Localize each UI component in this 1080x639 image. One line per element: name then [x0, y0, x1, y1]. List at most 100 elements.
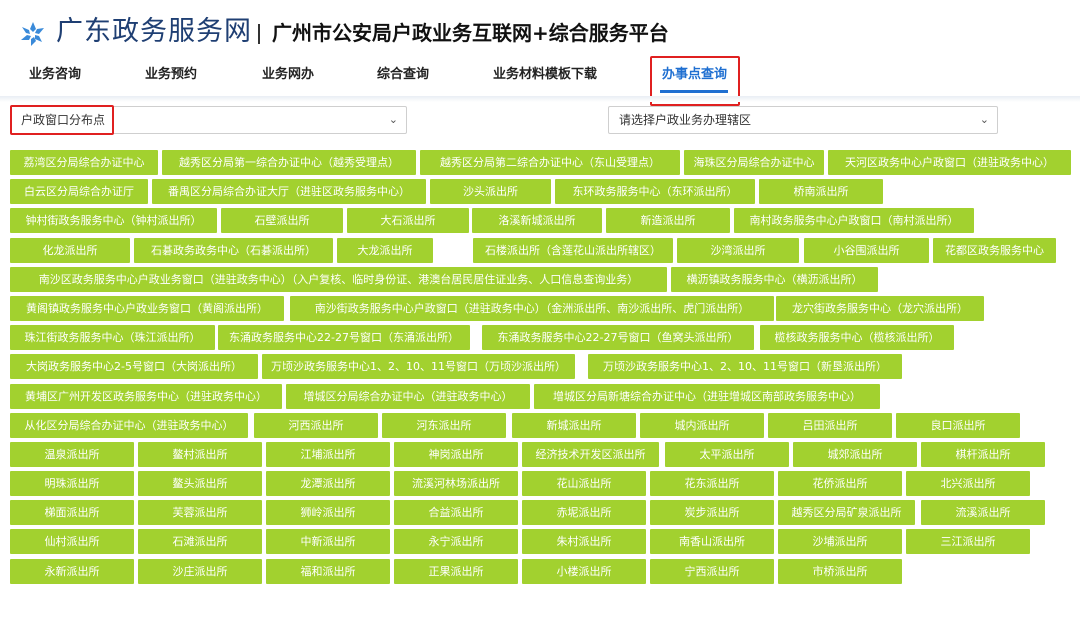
office-button[interactable]: 万顷沙政务服务中心1、2、10、11号窗口（新垦派出所） — [588, 354, 902, 380]
office-button[interactable]: 南香山派出所 — [650, 529, 774, 555]
office-button[interactable]: 神岗派出所 — [394, 441, 518, 467]
office-button[interactable]: 沙埔派出所 — [778, 529, 902, 555]
office-button[interactable]: 天河区政务中心户政窗口（进驻政务中心） — [828, 150, 1071, 175]
office-button[interactable]: 石碁政务政务中心（石碁派出所） — [134, 237, 333, 263]
office-button[interactable]: 永宁派出所 — [394, 529, 518, 555]
office-button[interactable]: 炭步派出所 — [650, 500, 774, 526]
office-button[interactable]: 黄阁镇政务服务中心户政业务窗口（黄阁派出所） — [10, 295, 284, 321]
office-button[interactable]: 市桥派出所 — [778, 558, 902, 584]
office-button[interactable]: 洛溪新城派出所 — [472, 208, 602, 234]
office-button[interactable]: 越秀区分局矿泉派出所 — [778, 500, 915, 526]
office-row: 仙村派出所 石滩派出所 中新派出所 永宁派出所 朱村派出所 南香山派出所 沙埔派出所 三江派出… — [10, 529, 1076, 558]
office-button[interactable]: 榄核政务服务中心（榄核派出所） — [760, 325, 954, 351]
office-button[interactable]: 流溪河林场派出所 — [394, 471, 518, 497]
office-button[interactable]: 大岗政务服务中心2-5号窗口（大岗派出所） — [10, 354, 258, 380]
office-button[interactable]: 小楼派出所 — [522, 558, 646, 584]
office-button[interactable]: 番禺区分局综合办证大厅（进驻区政务服务中心） — [152, 179, 426, 205]
office-button[interactable]: 龙穴街政务服务中心（龙穴派出所） — [776, 295, 984, 321]
office-button[interactable]: 河西派出所 — [254, 412, 378, 438]
office-button[interactable]: 小谷围派出所 — [804, 237, 929, 263]
office-button[interactable]: 从化区分局综合办证中心（进驻政务中心） — [10, 412, 248, 438]
brand-name: 广东政务服务网 — [56, 16, 252, 47]
office-button[interactable]: 温泉派出所 — [10, 441, 134, 467]
office-button[interactable]: 花侨派出所 — [778, 471, 902, 497]
office-button[interactable]: 永新派出所 — [10, 558, 134, 584]
office-button[interactable]: 明珠派出所 — [10, 471, 134, 497]
office-button[interactable]: 石壁派出所 — [221, 208, 343, 234]
office-button[interactable]: 石滩派出所 — [138, 529, 262, 555]
nav-business-consult[interactable]: 业务咨询 — [29, 62, 81, 88]
office-button[interactable]: 沙头派出所 — [430, 179, 551, 205]
office-button[interactable]: 合益派出所 — [394, 500, 518, 526]
office-button[interactable]: 鳌村派出所 — [138, 441, 262, 467]
office-button[interactable]: 江埔派出所 — [266, 441, 390, 467]
office-button[interactable]: 芙蓉派出所 — [138, 500, 262, 526]
office-row: 从化区分局综合办证中心（进驻政务中心） 河西派出所 河东派出所 新城派出所 城内派出所吕… — [10, 412, 1076, 442]
office-button[interactable]: 朱村派出所 — [522, 529, 646, 555]
office-row: 永新派出所 沙庄派出所 福和派出所 正果派出所 小楼派出所 宁西派出所 市桥派出所 — [10, 558, 1076, 588]
office-button[interactable]: 太平派出所 — [665, 441, 789, 467]
office-button[interactable]: 万顷沙政务服务中心1、2、10、11号窗口（万顷沙派出所） — [262, 354, 575, 380]
office-button[interactable]: 荔湾区分局综合办证中心 — [10, 150, 158, 175]
nav-template-download[interactable]: 业务材料模板下载 — [493, 62, 597, 88]
office-button[interactable]: 城内派出所 — [640, 412, 764, 438]
office-button[interactable]: 黄埔区广州开发区政务服务中心（进驻政务中心） — [10, 383, 282, 409]
office-button[interactable]: 棋杆派出所 — [921, 441, 1045, 467]
office-button[interactable]: 横沥镇政务服务中心（横沥派出所） — [671, 266, 878, 292]
office-button[interactable]: 东环政务服务中心（东环派出所） — [555, 179, 755, 205]
office-button[interactable]: 赤坭派出所 — [522, 500, 646, 526]
category-select[interactable]: 户政窗口分布点 ⌄ — [10, 106, 407, 134]
office-button[interactable]: 南沙区政务服务中心户政业务窗口（进驻政务中心）（入户复核、临时身份证、港澳台居民… — [10, 266, 667, 292]
office-button[interactable]: 流溪派出所 — [921, 500, 1045, 526]
office-button[interactable]: 新城派出所 — [512, 412, 636, 438]
office-button[interactable]: 良口派出所 — [896, 412, 1020, 438]
district-select[interactable]: 请选择户政业务办理辖区 ⌄ — [608, 106, 998, 134]
office-button[interactable]: 化龙派出所 — [10, 237, 130, 263]
office-button[interactable]: 钟村街政务服务中心（钟村派出所） — [10, 208, 217, 234]
office-button[interactable]: 增城区分局新塘综合办证中心（进驻增城区南部政务服务中心） — [534, 383, 880, 409]
office-button[interactable]: 吕田派出所 — [768, 412, 892, 438]
office-button[interactable]: 石楼派出所（含莲花山派出所辖区） — [473, 237, 673, 263]
office-button[interactable]: 花都区政务服务中心 — [933, 237, 1056, 263]
active-tab-underline — [660, 90, 728, 93]
office-button[interactable]: 海珠区分局综合办证中心 — [684, 150, 824, 175]
nav-business-appointment[interactable]: 业务预约 — [145, 62, 197, 88]
office-button[interactable]: 仙村派出所 — [10, 529, 134, 555]
office-button[interactable]: 白云区分局综合办证厅 — [10, 179, 148, 205]
office-button[interactable]: 增城区分局综合办证中心（进驻政务中心） — [286, 383, 530, 409]
office-button[interactable]: 大龙派出所 — [337, 237, 433, 263]
office-button[interactable]: 正果派出所 — [394, 558, 518, 584]
office-button[interactable]: 东涌政务服务中心22-27号窗口（东涌派出所） — [218, 325, 470, 351]
office-button[interactable]: 三江派出所 — [906, 529, 1030, 555]
office-button[interactable]: 新造派出所 — [606, 208, 730, 234]
office-button[interactable]: 龙潭派出所 — [266, 471, 390, 497]
office-button[interactable]: 北兴派出所 — [906, 471, 1030, 497]
office-button[interactable]: 越秀区分局第一综合办证中心（越秀受理点） — [162, 150, 416, 175]
office-row: 黄阁镇政务服务中心户政业务窗口（黄阁派出所） 南沙街政务服务中心户政窗口（进驻政务… — [10, 295, 1076, 325]
nav-online-service[interactable]: 业务网办 — [262, 62, 314, 88]
office-button[interactable]: 城郊派出所 — [793, 441, 917, 467]
office-button[interactable]: 宁西派出所 — [650, 558, 774, 584]
office-button[interactable]: 鳌头派出所 — [138, 471, 262, 497]
office-button[interactable]: 梯面派出所 — [10, 500, 134, 526]
office-button[interactable]: 花山派出所 — [522, 471, 646, 497]
office-button[interactable]: 福和派出所 — [266, 558, 390, 584]
office-button[interactable]: 花东派出所 — [650, 471, 774, 497]
office-button[interactable]: 河东派出所 — [382, 412, 506, 438]
office-button[interactable]: 狮岭派出所 — [266, 500, 390, 526]
office-button[interactable]: 中新派出所 — [266, 529, 390, 555]
office-button[interactable]: 桥南派出所 — [759, 179, 883, 205]
office-button[interactable]: 沙湾派出所 — [677, 237, 799, 263]
office-button[interactable]: 珠江街政务服务中心（珠江派出所） — [10, 325, 215, 351]
office-button[interactable]: 南村政务服务中心户政窗口（南村派出所） — [734, 208, 974, 234]
nav-office-lookup[interactable]: 办事点查询 — [662, 62, 727, 88]
office-button[interactable]: 东涌政务服务中心22-27号窗口（鱼窝头派出所） — [482, 325, 754, 351]
office-button[interactable]: 越秀区分局第二综合办证中心（东山受理点） — [420, 150, 680, 175]
office-row: 大岗政务服务中心2-5号窗口（大岗派出所） 万顷沙政务服务中心1、2、10、11号… — [10, 354, 1076, 383]
nav-general-query[interactable]: 综合查询 — [377, 62, 429, 88]
office-button[interactable]: 南沙街政务服务中心户政窗口（进驻政务中心）（金洲派出所、南沙派出所、虎门派出所） — [290, 295, 774, 321]
office-button[interactable]: 沙庄派出所 — [138, 558, 262, 584]
office-row: 明珠派出所 鳌头派出所 龙潭派出所 流溪河林场派出所 花山派出所 花东派出所 花侨派出所 北兴… — [10, 471, 1076, 500]
office-button[interactable]: 经济技术开发区派出所 — [522, 441, 659, 467]
office-button[interactable]: 大石派出所 — [347, 208, 469, 234]
